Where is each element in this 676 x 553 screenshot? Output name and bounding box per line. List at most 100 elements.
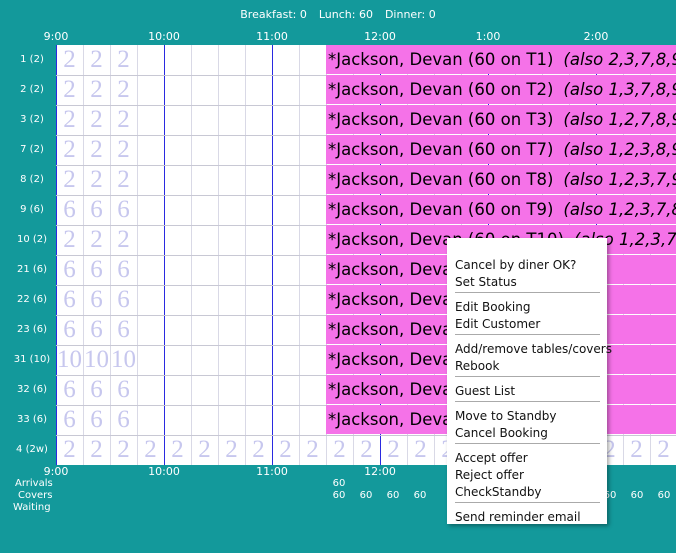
time-label-top: 11:00 — [256, 30, 288, 43]
table-label: 21 (6) — [16, 264, 48, 275]
cover-cell[interactable]: 10 — [110, 345, 137, 375]
booking-also-tables: (also 2,3,7,8,9,10,21 — [563, 50, 676, 69]
cover-cell[interactable]: 2 — [83, 165, 110, 195]
cover-cell[interactable]: 2 — [83, 225, 110, 255]
menu-item-accept-offer[interactable]: Accept offer — [455, 451, 528, 465]
menu-item-move-to-standby[interactable]: Move to Standby — [455, 409, 556, 423]
cover-cell[interactable]: 6 — [110, 315, 137, 345]
cover-cell[interactable]: 2 — [83, 105, 110, 135]
menu-item-rebook[interactable]: Rebook — [455, 359, 499, 373]
booking-name: *Jackson, Devan (60 on T1) — [328, 50, 554, 69]
cover-cell[interactable]: 2 — [56, 105, 83, 135]
cover-cell[interactable]: 6 — [83, 255, 110, 285]
cover-cell[interactable]: 6 — [83, 375, 110, 405]
booking-name: *Jackson, Devan — [328, 350, 463, 369]
standby-cell[interactable]: 2 — [137, 435, 164, 465]
cover-cell[interactable]: 6 — [56, 375, 83, 405]
booking-also-tables: (also 1,2,3,8,9,10,21 — [563, 140, 676, 159]
standby-cell[interactable]: 2 — [650, 435, 676, 465]
covers-value: 60 — [359, 490, 373, 501]
standby-cell[interactable]: 2 — [110, 435, 137, 465]
booking-block[interactable]: *Jackson, Devan (60 on T7) (also 1,2,3,8,… — [326, 135, 676, 164]
cover-cell[interactable]: 6 — [110, 285, 137, 315]
standby-cell[interactable]: 2 — [191, 435, 218, 465]
standby-cell[interactable]: 2 — [623, 435, 650, 465]
cover-cell[interactable]: 2 — [110, 75, 137, 105]
cover-cell[interactable]: 6 — [83, 285, 110, 315]
cover-cell[interactable]: 2 — [83, 135, 110, 165]
cover-cell[interactable]: 6 — [83, 315, 110, 345]
menu-item-cancel-by-diner-ok[interactable]: Cancel by diner OK? — [455, 258, 576, 272]
cover-cell[interactable]: 2 — [56, 165, 83, 195]
booking-name: *Jackson, Devan (60 on T7) — [328, 140, 554, 159]
menu-item-add-remove-tables-covers[interactable]: Add/remove tables/covers — [455, 342, 612, 356]
booking-block[interactable]: *Jackson, Devan (60 on T2) (also 1,3,7,8,… — [326, 75, 676, 104]
standby-cell[interactable]: 2 — [407, 435, 434, 465]
covers-value: 60 — [413, 490, 427, 501]
standby-cell[interactable]: 2 — [56, 435, 83, 465]
waiting-label: Waiting — [13, 502, 51, 513]
menu-item-edit-customer[interactable]: Edit Customer — [455, 317, 540, 331]
standby-cell[interactable]: 2 — [326, 435, 353, 465]
standby-cell[interactable]: 2 — [380, 435, 407, 465]
cover-cell[interactable]: 6 — [110, 375, 137, 405]
cover-cell[interactable]: 2 — [110, 225, 137, 255]
booking-name: *Jackson, Devan — [328, 260, 463, 279]
booking-also-tables: (also 1,3,7,8,9,10,21 — [563, 80, 676, 99]
menu-item-cancel-booking[interactable]: Cancel Booking — [455, 426, 548, 440]
menu-item-reject-offer[interactable]: Reject offer — [455, 468, 524, 482]
cover-cell[interactable]: 6 — [56, 195, 83, 225]
booking-block[interactable]: *Jackson, Devan (60 on T3) (also 1,2,7,8,… — [326, 105, 676, 134]
time-label-top: 12:00 — [364, 30, 396, 43]
cover-cell[interactable]: 6 — [110, 405, 137, 435]
cover-cell[interactable]: 6 — [110, 195, 137, 225]
cover-cell[interactable]: 2 — [56, 45, 83, 75]
cover-cell[interactable]: 2 — [83, 45, 110, 75]
booking-block[interactable]: *Jackson, Devan (60 on T9) (also 1,2,3,7,… — [326, 195, 676, 224]
menu-item-guest-list[interactable]: Guest List — [455, 384, 515, 398]
booking-name: *Jackson, Devan — [328, 290, 463, 309]
cover-cell[interactable]: 6 — [56, 315, 83, 345]
standby-cell[interactable]: 2 — [272, 435, 299, 465]
menu-item-send-reminder-email[interactable]: Send reminder email — [455, 510, 581, 524]
cover-cell[interactable]: 2 — [110, 105, 137, 135]
booking-block[interactable]: *Jackson, Devan (60 on T1) (also 2,3,7,8,… — [326, 45, 676, 74]
context-menu[interactable]: Cancel by diner OK? Set Status Edit Bookin… — [447, 238, 612, 524]
booking-block[interactable]: *Jackson, Devan (60 on T8) (also 1,2,3,7,… — [326, 165, 676, 194]
cover-cell[interactable]: 2 — [56, 135, 83, 165]
cover-cell[interactable]: 2 — [56, 225, 83, 255]
standby-cell[interactable]: 2 — [83, 435, 110, 465]
time-label-top: 1:00 — [475, 30, 501, 43]
cover-cell[interactable]: 6 — [110, 255, 137, 285]
standby-cell[interactable]: 2 — [218, 435, 245, 465]
menu-separator — [455, 334, 600, 335]
cover-cell[interactable]: 6 — [56, 405, 83, 435]
cover-cell[interactable]: 10 — [83, 345, 110, 375]
cover-cell[interactable]: 2 — [110, 165, 137, 195]
cover-cell[interactable]: 6 — [56, 285, 83, 315]
menu-item-set-status[interactable]: Set Status — [455, 275, 517, 289]
cover-cell[interactable]: 2 — [83, 75, 110, 105]
table-label: 32 (6) — [16, 384, 48, 395]
time-label-bottom: 11:00 — [256, 465, 288, 478]
time-label-bottom: 12:00 — [364, 465, 396, 478]
cover-cell[interactable]: 6 — [56, 255, 83, 285]
booking-name: *Jackson, Devan (60 on T3) — [328, 110, 554, 129]
table-label: 9 (6) — [20, 204, 44, 215]
booking-also-tables: (also 1,2,7,8,9,10,21 — [563, 110, 676, 129]
standby-cell[interactable]: 2 — [353, 435, 380, 465]
cover-cell[interactable]: 10 — [56, 345, 83, 375]
cover-cell[interactable]: 2 — [110, 45, 137, 75]
table-label: 3 (2) — [20, 114, 44, 125]
cover-cell[interactable]: 2 — [110, 135, 137, 165]
standby-cell[interactable]: 2 — [164, 435, 191, 465]
menu-item-edit-booking[interactable]: Edit Booking — [455, 300, 530, 314]
cover-cell[interactable]: 6 — [83, 405, 110, 435]
standby-cell[interactable]: 2 — [245, 435, 272, 465]
standby-cell[interactable]: 2 — [299, 435, 326, 465]
standby-table-label: 4 (2w) — [16, 444, 48, 455]
cover-cell[interactable]: 2 — [56, 75, 83, 105]
cover-cell[interactable]: 6 — [83, 195, 110, 225]
table-label: 23 (6) — [16, 324, 48, 335]
menu-item-checkstandby[interactable]: CheckStandby — [455, 485, 542, 499]
